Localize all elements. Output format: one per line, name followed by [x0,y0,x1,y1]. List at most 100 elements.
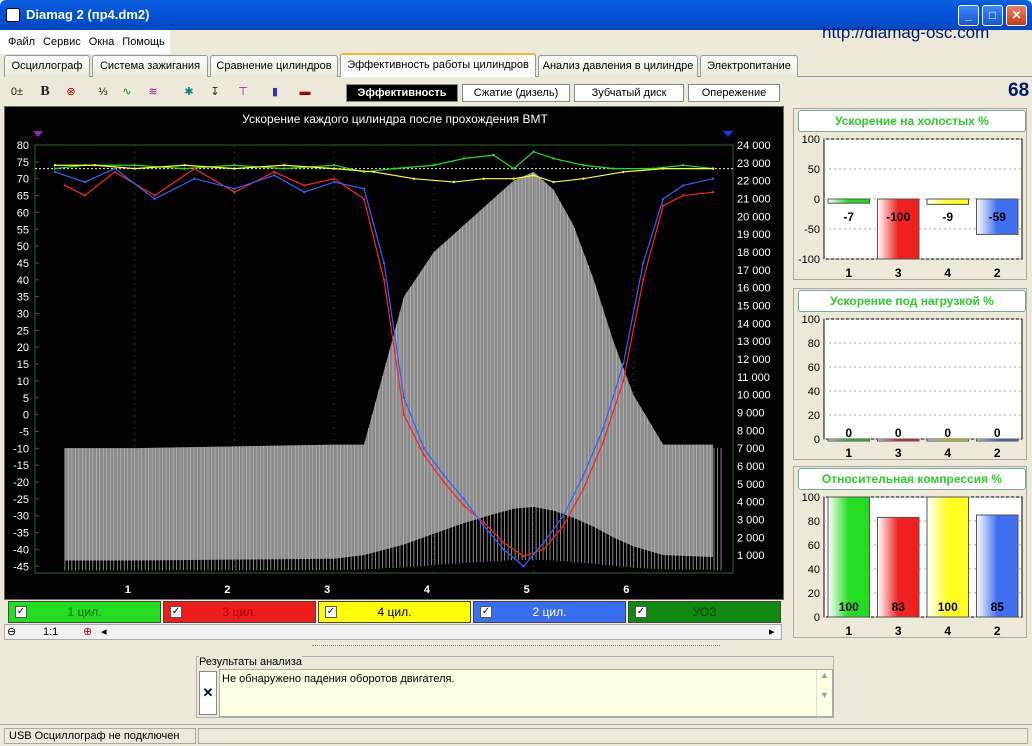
series-point-0 [332,164,336,167]
series-point-1 [502,541,505,544]
legend-label-4: УОЗ [692,605,717,619]
y-left-tick: -10 [13,443,29,455]
legend-checkbox-2[interactable]: ✓ [325,606,337,618]
legend-item-3[interactable]: ✓ 2 цил. [473,601,626,623]
tab-3[interactable]: Эффективность работы цилиндров [340,53,536,77]
bar-y-tick: 100 [802,135,820,146]
series-point-3 [362,187,366,191]
bar-value-label: 100 [938,600,958,614]
close-results-button[interactable]: ✕ [199,671,217,715]
tab-0[interactable]: Осциллограф [4,55,90,77]
bar-chart-2: 100806040200 01030402 [802,315,1023,460]
subtab-3[interactable]: Опережение [688,84,780,102]
series-point-2 [233,167,236,170]
y-right-tick: 10 000 [737,390,771,402]
series-point-3 [681,184,685,187]
y-left-tick: 50 [17,241,29,253]
subtab-1[interactable]: Сжатие (дизель) [462,84,570,102]
y-left-tick: -35 [13,528,29,540]
legend-checkbox-1[interactable]: ✓ [170,606,182,618]
legend-item-4[interactable]: ✓ УОЗ [628,601,781,623]
y-left-tick: -30 [13,511,29,523]
subtab-0[interactable]: Эффективность [346,84,458,102]
legend-item-1[interactable]: ✓ 3 цил. [163,601,316,623]
series-point-1 [562,524,565,528]
reset-icon[interactable]: ▬ [294,82,316,102]
y-left-tick: 15 [17,359,29,371]
series-point-1 [602,440,605,443]
series-line-2 [54,164,714,183]
series-point-3 [462,497,465,501]
x-tick: 3 [324,584,330,596]
legend-checkbox-0[interactable]: ✓ [15,606,27,618]
y-left-tick: 35 [17,292,29,304]
legend-checkbox-4[interactable]: ✓ [635,606,647,618]
legend-item-2[interactable]: ✓ 4 цил. [318,601,471,623]
menu-item-2[interactable]: Окна [89,36,115,48]
scroll-right-icon[interactable]: ▸ [769,625,775,638]
zoom-out-icon[interactable]: ⊖ [7,625,16,638]
bar-3-2 [926,496,969,618]
tab-4[interactable]: Анализ давления в цилиндре [538,55,698,77]
y-right-tick: 1 000 [737,550,765,562]
bar-y-tick: 0 [814,434,820,446]
close-button[interactable]: ✕ [1006,5,1027,26]
tab-2[interactable]: Сравнение цилиндров [210,55,338,77]
spin-icon[interactable]: 0± [6,82,28,102]
series-point-3 [562,514,565,517]
curve-icon[interactable]: ∿ [116,82,138,102]
menu-item-3[interactable]: Помощь [122,36,165,48]
scale-icon[interactable]: ⅓ [92,82,114,102]
rpm-icon[interactable]: ⊛ [60,82,82,102]
results-scrollbar[interactable]: ▲ ▼ [816,670,832,716]
menu-item-0[interactable]: Файл [8,36,35,48]
bar-1-2 [926,198,969,205]
bold-b-icon[interactable]: B [34,82,56,102]
tab-5[interactable]: Электропитание [700,55,798,77]
toolbar-value: 68 [1008,80,1030,101]
legend-item-0[interactable]: ✓ 1 цил. [8,601,161,623]
tab-1[interactable]: Система зажигания [92,55,208,77]
series-point-2 [662,167,665,170]
y-right-tick: 14 000 [737,318,771,330]
y-right-tick: 20 000 [737,211,771,223]
bar-chart-1: 100 50 0 -50 -100 -7 1 -100 3 -9 4 -59 2 [798,135,1023,280]
series-point-2 [711,167,715,170]
vvti-icon[interactable]: ≋ [142,82,164,102]
bar-y-tick: 0 [814,194,820,206]
zoom-in-icon[interactable]: ⊕ [83,625,92,638]
bar-category-label: 2 [994,266,1001,280]
acceleration-chart[interactable]: Ускорение каждого цилиндра после прохожд… [4,106,784,600]
series-point-3 [542,541,545,544]
x-tick: 5 [524,584,530,596]
y-left-tick: -25 [13,494,29,506]
y-right-tick: 12 000 [737,354,771,366]
series-point-3 [582,474,585,477]
subtab-2[interactable]: Зубчатый диск [574,84,684,102]
legend-label-2: 4 цил. [377,605,412,619]
right-marker-icon[interactable] [723,131,733,137]
bars-icon[interactable]: ▮ [264,82,286,102]
bar-y-tick: 60 [808,540,820,552]
series-point-0 [582,164,585,167]
series-point-2 [452,180,455,184]
x-tick: 6 [623,584,629,596]
horizontal-scrollbar[interactable]: ⊖ 1:1 ⊕ ◂ ▸ [4,624,782,640]
splitter-handle[interactable] [312,645,720,651]
bar-panel-title-2: Ускорение под нагрузкой % [798,290,1026,312]
series-point-0 [612,167,615,170]
series-point-3 [422,447,426,450]
bar-category-label: 1 [845,446,852,460]
sensor-icon[interactable]: ✱ [178,82,200,102]
menu-item-1[interactable]: Сервис [43,36,81,48]
bar-y-tick: 50 [808,164,820,176]
scroll-left-icon[interactable]: ◂ [101,625,107,638]
series-point-3 [83,180,87,184]
legend-checkbox-3[interactable]: ✓ [480,606,492,618]
website-url[interactable]: http://diamag-osc.com [822,23,989,43]
series-point-1 [422,453,426,457]
left-marker-icon[interactable] [33,131,43,137]
series-point-3 [332,180,336,184]
marker-icon[interactable]: ⊤ [232,82,254,102]
cylinder-order-icon[interactable]: ↧ [204,82,226,102]
